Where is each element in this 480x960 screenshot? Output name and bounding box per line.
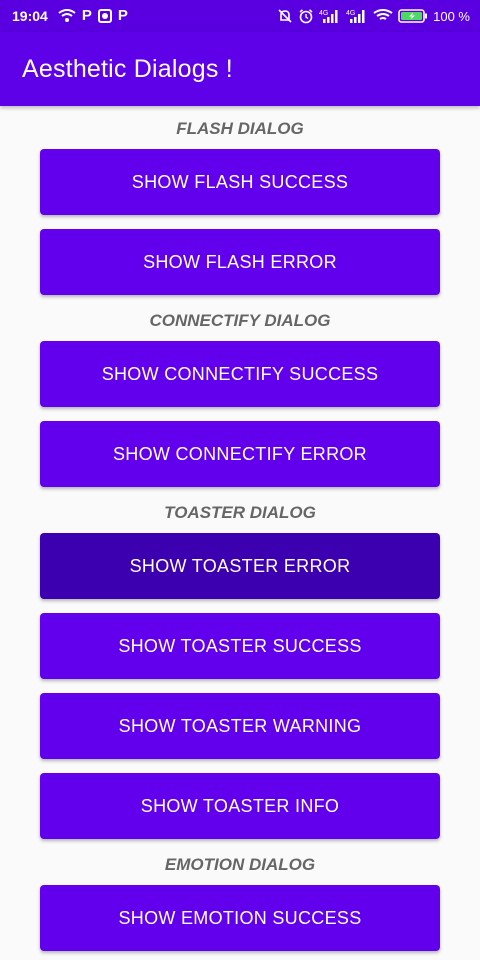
show-flash-error-button[interactable]: SHOW FLASH ERROR <box>40 229 440 295</box>
show-toaster-error-button[interactable]: SHOW TOASTER ERROR <box>40 533 440 599</box>
network-type-left: 4G <box>319 10 328 17</box>
status-time: 19:04 <box>12 8 48 24</box>
wifi-icon <box>58 9 76 23</box>
battery-percent: 100 % <box>433 8 470 24</box>
signal-icon-1: 4G <box>319 8 341 24</box>
app-title: Aesthetic Dialogs ! <box>22 54 233 83</box>
alarm-icon <box>298 8 314 24</box>
section-label-connectify: CONNECTIFY DIALOG <box>149 311 331 330</box>
camera-app-icon <box>97 9 112 23</box>
section-label-flash: FLASH DIALOG <box>176 119 304 138</box>
app-bar: Aesthetic Dialogs ! <box>0 32 480 106</box>
network-type-right: 4G <box>346 10 355 17</box>
status-bar-left: 19:04 P P <box>12 7 128 25</box>
parking-app-icon-2: P <box>117 7 128 24</box>
parking-app-icon: P <box>81 7 92 24</box>
status-bar-right: 4G 4G 100 % <box>277 8 470 24</box>
show-toaster-success-button[interactable]: SHOW TOASTER SUCCESS <box>40 613 440 679</box>
show-emotion-success-button[interactable]: SHOW EMOTION SUCCESS <box>40 885 440 951</box>
wifi-icon-right <box>373 9 393 23</box>
show-flash-success-button[interactable]: SHOW FLASH SUCCESS <box>40 149 440 215</box>
signal-icon-2: 4G <box>346 8 368 24</box>
section-label-toaster: TOASTER DIALOG <box>164 503 316 522</box>
mute-icon <box>277 8 293 24</box>
show-connectify-error-button[interactable]: SHOW CONNECTIFY ERROR <box>40 421 440 487</box>
show-toaster-warning-button[interactable]: SHOW TOASTER WARNING <box>40 693 440 759</box>
section-label-emotion: EMOTION DIALOG <box>164 855 316 874</box>
show-toaster-info-button[interactable]: SHOW TOASTER INFO <box>40 773 440 839</box>
show-connectify-success-button[interactable]: SHOW CONNECTIFY SUCCESS <box>40 341 440 407</box>
battery-charging-icon <box>398 8 428 24</box>
status-bar: 19:04 P P 4G 4G 100 % <box>0 0 480 32</box>
